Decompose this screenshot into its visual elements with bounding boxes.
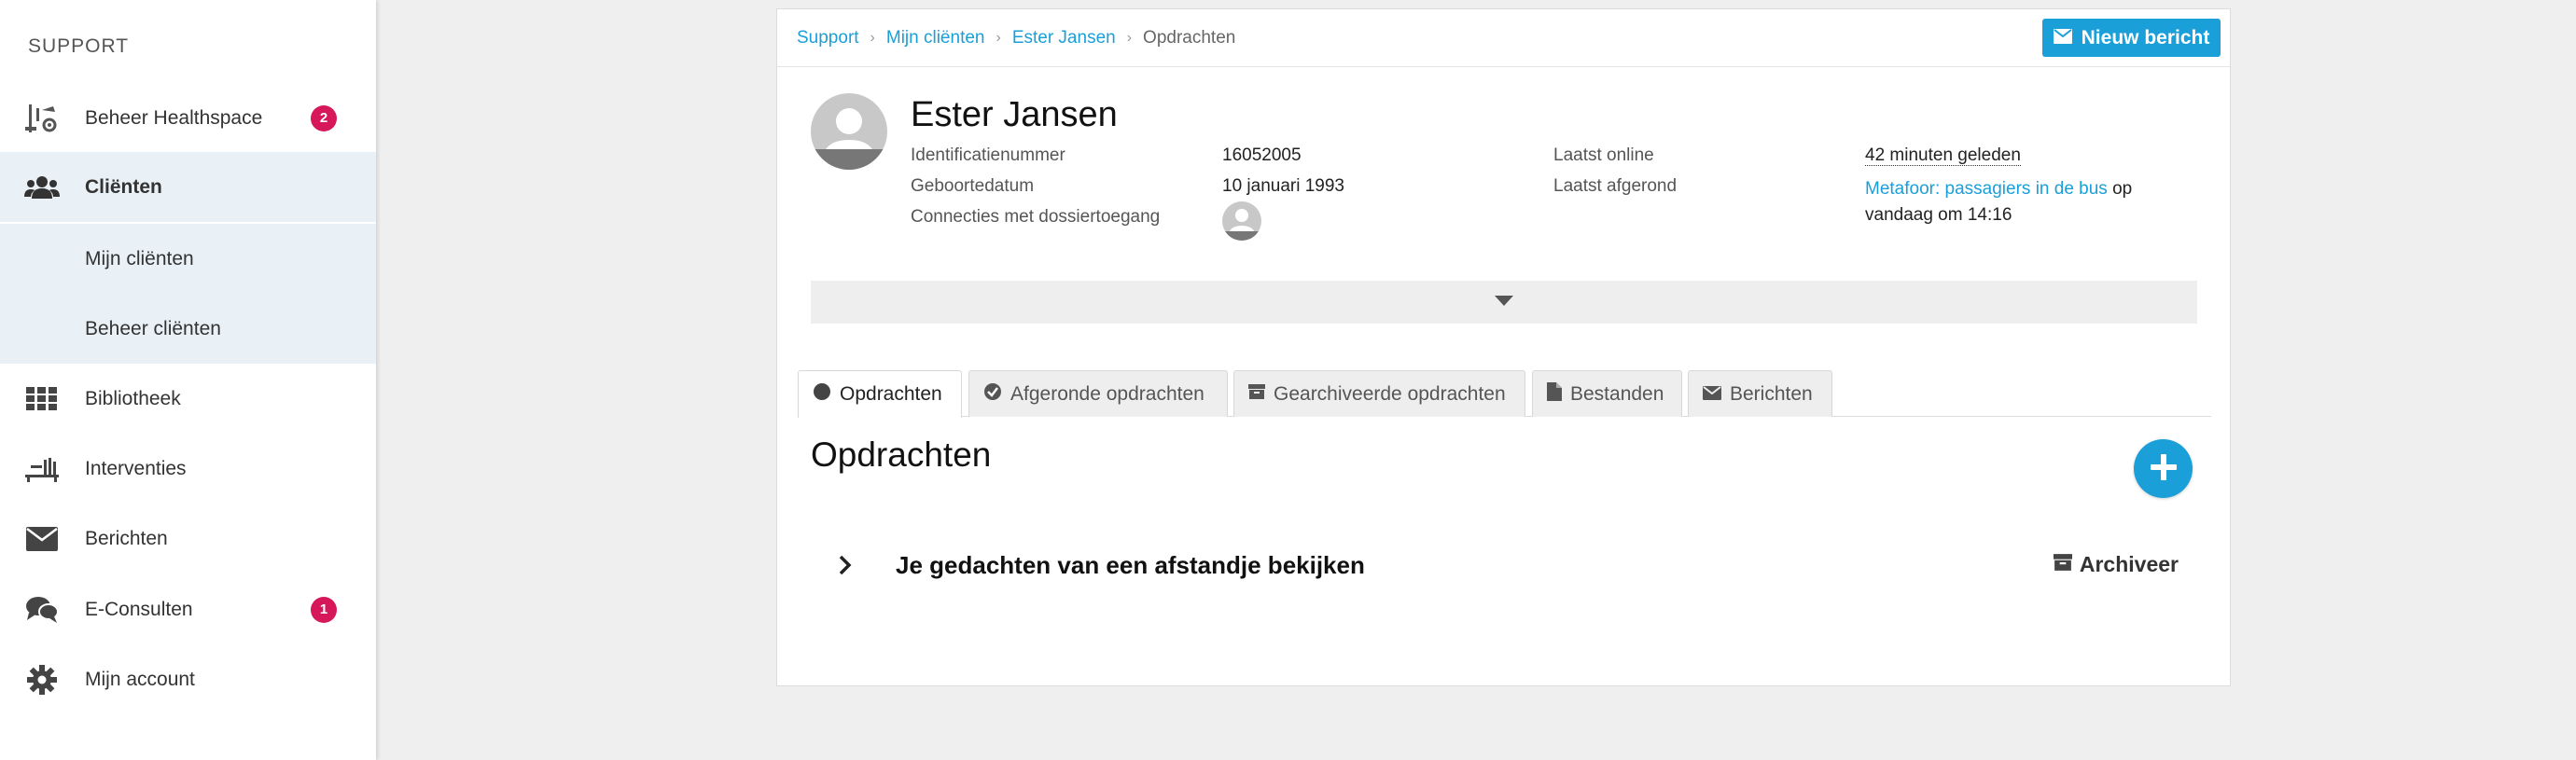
sidebar-item-label: Beheer Healthspace — [85, 106, 263, 129]
last-completed-label: Laatst afgerond — [1553, 176, 1678, 196]
tab-bestanden[interactable]: Bestanden — [1532, 370, 1682, 417]
chevron-right-icon: › — [1126, 30, 1133, 46]
chevron-right-icon: › — [870, 30, 875, 46]
envelope-icon — [24, 521, 60, 557]
envelope-icon — [2053, 27, 2072, 49]
tab-berichten[interactable]: Berichten — [1688, 370, 1832, 417]
notification-badge: 1 — [311, 596, 337, 623]
breadcrumb-link-client[interactable]: Ester Jansen — [1012, 28, 1116, 48]
file-icon — [1547, 381, 1562, 407]
assignment-row[interactable]: Je gedachten van een afstandje bekijken … — [811, 536, 2197, 592]
client-name: Ester Jansen — [911, 95, 1118, 134]
assignment-title[interactable]: Je gedachten van een afstandje bekijken — [896, 551, 1365, 580]
sidebar-item-label: Interventies — [85, 457, 187, 479]
check-circle-icon — [983, 382, 1002, 407]
tab-label: Berichten — [1730, 382, 1813, 405]
sidebar-item-beheer-healthspace[interactable]: Beheer Healthspace 2 — [0, 83, 376, 153]
archive-icon — [2053, 552, 2072, 577]
sidebar-item-label: Beheer cliënten — [85, 317, 221, 339]
connection-avatar[interactable] — [1222, 201, 1261, 241]
tab-label: Bestanden — [1570, 382, 1664, 405]
notification-badge: 2 — [311, 104, 337, 131]
chat-icon — [24, 592, 60, 628]
sidebar-item-berichten[interactable]: Berichten — [0, 504, 376, 573]
id-value: 16052005 — [1222, 145, 1302, 165]
breadcrumb: Support › Mijn cliënten › Ester Jansen ›… — [797, 28, 1235, 48]
last-completed-link[interactable]: Metafoor: passagiers in de bus — [1865, 179, 2108, 199]
last-completed-suffix: op — [2112, 179, 2133, 199]
new-message-label: Nieuw bericht — [2081, 26, 2210, 48]
sidebar-item-e-consulten[interactable]: E-Consulten 1 — [0, 574, 376, 644]
id-label: Identificatienummer — [911, 145, 1065, 165]
sidebar-item-label: Mijn cliënten — [85, 247, 194, 269]
sidebar-item-mijn-clienten[interactable]: Mijn cliënten — [0, 224, 376, 294]
last-completed-value: Metafoor: passagiers in de bus op vandaa… — [1865, 176, 2210, 228]
sidebar-item-label: Berichten — [85, 527, 168, 549]
sidebar-item-beheer-clienten[interactable]: Beheer cliënten — [0, 294, 376, 364]
sidebar-item-label: Bibliotheek — [85, 387, 181, 409]
archive-label: Archiveer — [2079, 552, 2179, 576]
client-card: Support › Mijn cliënten › Ester Jansen ›… — [776, 8, 2231, 686]
interventions-icon — [24, 451, 60, 487]
expand-details-bar[interactable] — [811, 281, 2197, 324]
chevron-right-icon: › — [996, 30, 1001, 46]
users-icon — [24, 170, 60, 205]
sidebar-item-mijn-account[interactable]: Mijn account — [0, 644, 376, 714]
tab-gearchiveerde-opdrachten[interactable]: Gearchiveerde opdrachten — [1233, 370, 1525, 417]
tab-label: Gearchiveerde opdrachten — [1274, 382, 1506, 405]
breadcrumb-current: Opdrachten — [1143, 28, 1236, 48]
dob-label: Geboortedatum — [911, 176, 1035, 196]
avatar — [811, 93, 887, 170]
connections-label: Connecties met dossiertoegang — [911, 207, 1161, 227]
last-online-label: Laatst online — [1553, 145, 1654, 165]
dob-value: 10 januari 1993 — [1222, 176, 1344, 196]
sidebar-item-bibliotheek[interactable]: Bibliotheek — [0, 364, 376, 434]
sidebar: SUPPORT Beheer Healthspace 2 Cliënten Mi… — [0, 0, 376, 760]
caret-down-icon — [1495, 294, 1513, 311]
grid-icon — [24, 381, 60, 417]
breadcrumb-bar: Support › Mijn cliënten › Ester Jansen ›… — [777, 9, 2230, 67]
tab-label: Afgeronde opdrachten — [1010, 382, 1204, 405]
section-title: Opdrachten — [811, 435, 992, 474]
tab-bar: Opdrachten Afgeronde opdrachten Gearchiv… — [798, 363, 2211, 418]
breadcrumb-link-support[interactable]: Support — [797, 28, 859, 48]
last-online-value: 42 minuten geleden — [1865, 145, 2021, 166]
last-online-value-wrap: 42 minuten geleden — [1865, 145, 2021, 166]
plus-icon — [2149, 452, 2179, 485]
add-assignment-button[interactable] — [2134, 439, 2193, 498]
tab-label: Opdrachten — [840, 383, 942, 405]
tab-opdrachten[interactable]: Opdrachten — [798, 370, 962, 418]
archive-button[interactable]: Archiveer — [2053, 552, 2179, 577]
gear-icon — [24, 662, 60, 698]
breadcrumb-link-mijn-clienten[interactable]: Mijn cliënten — [886, 28, 985, 48]
sidebar-item-clienten[interactable]: Cliënten — [0, 152, 376, 222]
chevron-right-icon[interactable] — [839, 555, 852, 580]
sidebar-item-label: Mijn account — [85, 668, 195, 690]
sidebar-item-label: E-Consulten — [85, 598, 193, 620]
archive-icon — [1248, 383, 1265, 406]
new-message-button[interactable]: Nieuw bericht — [2042, 19, 2221, 57]
envelope-icon — [1703, 383, 1721, 406]
sidebar-heading: SUPPORT — [28, 35, 130, 57]
sidebar-item-interventies[interactable]: Interventies — [0, 434, 376, 504]
last-completed-time: vandaag om 14:16 — [1865, 205, 2012, 225]
sidebar-item-label: Cliënten — [85, 175, 162, 198]
scale-gear-icon — [24, 101, 60, 136]
tab-afgeronde-opdrachten[interactable]: Afgeronde opdrachten — [968, 370, 1228, 417]
circle-icon — [813, 382, 831, 407]
